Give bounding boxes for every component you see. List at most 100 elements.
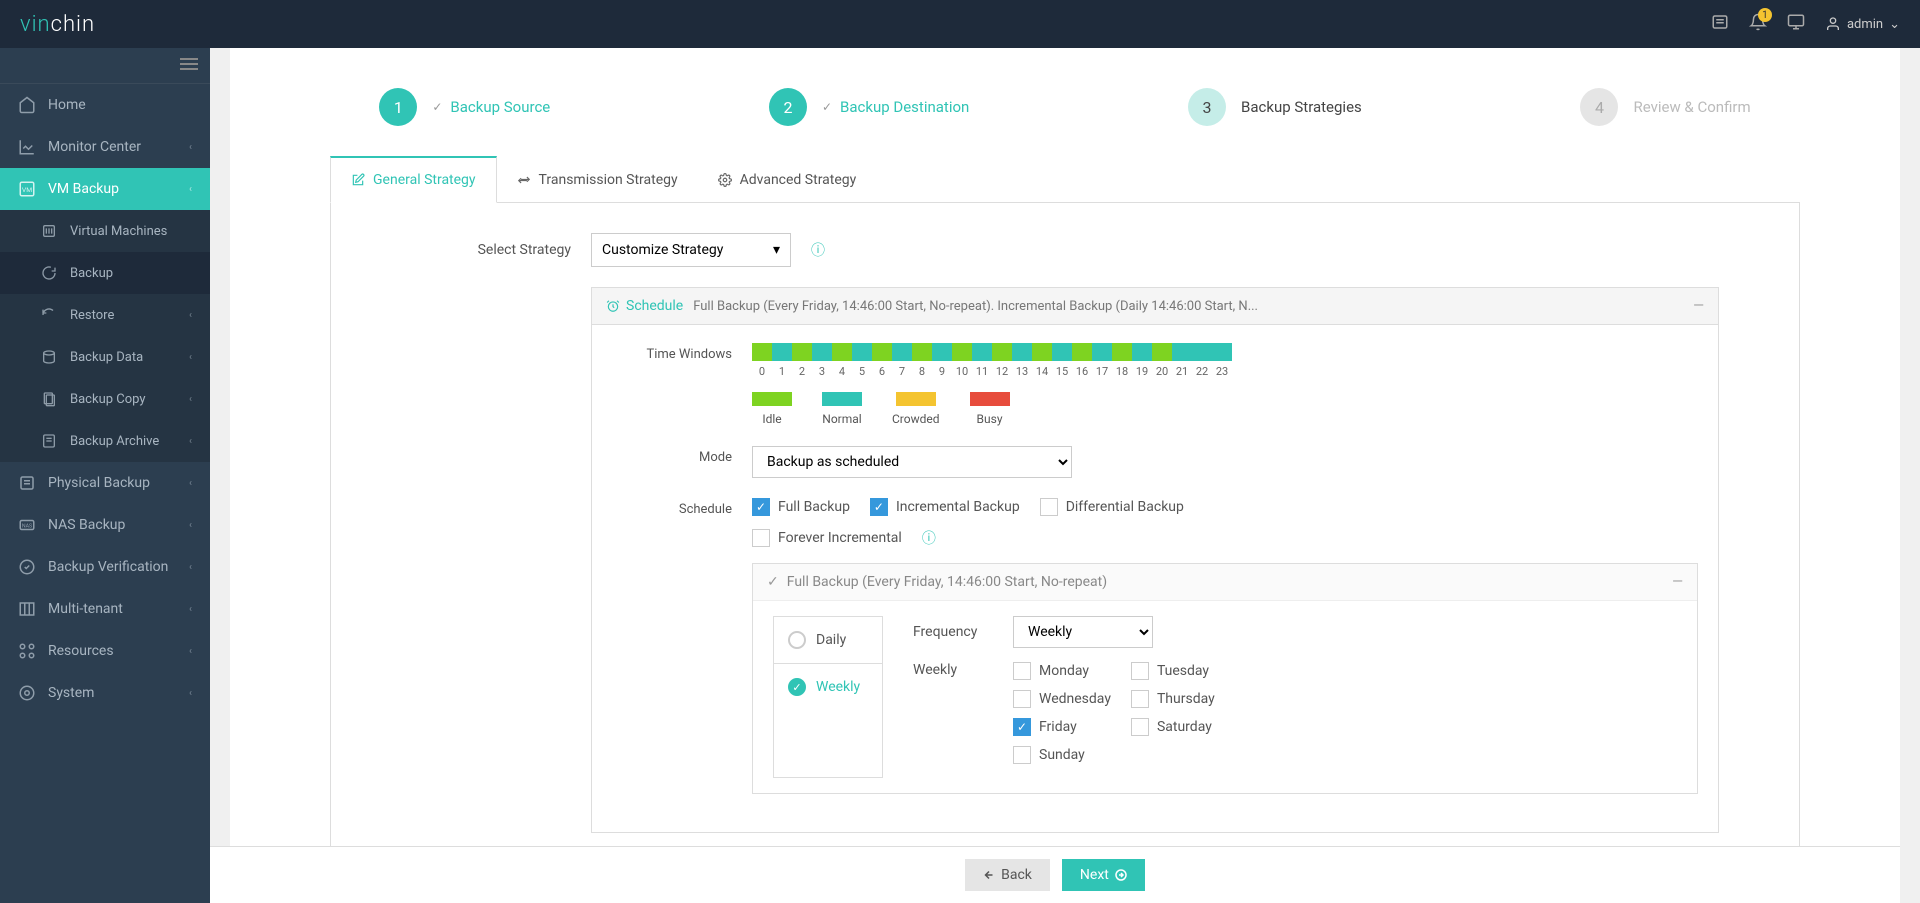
hour-tick: 11	[972, 365, 992, 378]
sidebar-item-resources[interactable]: Resources‹	[0, 630, 210, 672]
day-saturday-checkbox[interactable]: Saturday	[1131, 718, 1215, 736]
collapse-icon[interactable]: —	[1693, 298, 1704, 314]
step-2[interactable]: 2 ✓Backup Destination	[769, 88, 969, 126]
step-4: 4 Review & Confirm	[1580, 88, 1750, 126]
sidebar-item-monitor-center[interactable]: Monitor Center‹	[0, 126, 210, 168]
tab-transmission[interactable]: Transmission Strategy	[497, 156, 698, 202]
resources-icon	[18, 642, 36, 660]
time-windows-label: Time Windows	[612, 343, 732, 362]
nas-icon: NAS	[18, 516, 36, 534]
forever-incremental-checkbox[interactable]: Forever Incremental	[752, 529, 902, 547]
mode-select[interactable]: Backup as scheduled	[752, 446, 1072, 478]
chk-label: Thursday	[1157, 691, 1215, 707]
radio-icon	[788, 678, 806, 696]
incremental-backup-checkbox[interactable]: ✓Incremental Backup	[870, 498, 1020, 516]
hour-tick: 1	[772, 365, 792, 378]
chevron-icon: ‹	[189, 352, 192, 363]
day-friday-checkbox[interactable]: ✓Friday	[1013, 718, 1111, 736]
time-segment	[832, 343, 852, 361]
day-thursday-checkbox[interactable]: Thursday	[1131, 690, 1215, 708]
monitor-icon	[18, 138, 36, 156]
sidebar-item-backup-verification[interactable]: Backup Verification‹	[0, 546, 210, 588]
sidebar-item-system[interactable]: System‹	[0, 672, 210, 714]
time-segment	[932, 343, 952, 361]
hour-tick: 13	[1012, 365, 1032, 378]
freq-weekly-tab[interactable]: Weekly	[774, 664, 882, 710]
collapse-icon[interactable]: —	[1672, 574, 1683, 590]
day-wednesday-checkbox[interactable]: Wednesday	[1013, 690, 1111, 708]
freq-daily-tab[interactable]: Daily	[774, 617, 882, 664]
notification-badge: 1	[1758, 8, 1772, 22]
schedule-panel: Schedule Full Backup (Every Friday, 14:4…	[591, 287, 1719, 833]
btn-label: Back	[1001, 867, 1032, 883]
time-segment	[1192, 343, 1212, 361]
chevron-icon: ‹	[189, 394, 192, 405]
chk-label: Friday	[1039, 719, 1077, 735]
bell-icon[interactable]: 1	[1749, 13, 1767, 35]
back-button[interactable]: Back	[965, 859, 1050, 891]
arrow-left-icon	[983, 869, 995, 881]
sidebar-item-label: Resources	[48, 643, 114, 659]
time-segment	[812, 343, 832, 361]
step-1[interactable]: 1 ✓Backup Source	[379, 88, 550, 126]
sidebar-sub-backup-copy[interactable]: Backup Copy‹	[0, 378, 210, 420]
tab-advanced[interactable]: Advanced Strategy	[698, 156, 877, 202]
tab-general[interactable]: General Strategy	[330, 156, 497, 203]
sidebar-sub-restore[interactable]: Restore‹	[0, 294, 210, 336]
chevron-icon: ‹	[189, 562, 192, 573]
sidebar-item-home[interactable]: Home	[0, 84, 210, 126]
sidebar-sub-virtual-machines[interactable]: Virtual Machines	[0, 210, 210, 252]
sidebar-sub-backup[interactable]: Backup	[0, 252, 210, 294]
gear-icon	[718, 173, 732, 187]
logo-part1: vin	[20, 12, 51, 37]
schedule-summary: Full Backup (Every Friday, 14:46:00 Star…	[693, 299, 1683, 314]
sidebar-item-nas-backup[interactable]: NASNAS Backup‹	[0, 504, 210, 546]
day-monday-checkbox[interactable]: Monday	[1013, 662, 1111, 680]
hour-tick: 23	[1212, 365, 1232, 378]
time-segment	[1032, 343, 1052, 361]
weekly-label: Weekly	[913, 662, 993, 678]
frequency-tabs: Daily Weekly	[773, 616, 883, 778]
time-window-legend: Idle Normal Crowded Busy	[752, 392, 1232, 426]
step-label: Review & Confirm	[1633, 98, 1750, 116]
swatch-busy	[970, 392, 1010, 406]
verify-icon	[18, 558, 36, 576]
step-label: Backup Destination	[840, 98, 969, 116]
strategy-select[interactable]: Customize Strategy	[591, 233, 791, 267]
swatch-idle	[752, 392, 792, 406]
chevron-icon: ‹	[189, 478, 192, 489]
info-icon[interactable]: ⓘ	[922, 528, 936, 548]
chevron-down-icon: ⌄	[1889, 17, 1900, 32]
day-tuesday-checkbox[interactable]: Tuesday	[1131, 662, 1215, 680]
vm-icon: VM	[18, 180, 36, 198]
swatch-crowded	[896, 392, 936, 406]
chk-label: Differential Backup	[1066, 499, 1184, 515]
sidebar-item-vm-backup[interactable]: VMVM Backup‹	[0, 168, 210, 210]
frequency-label: Frequency	[913, 624, 993, 640]
sub-panel-header[interactable]: ✓ Full Backup (Every Friday, 14:46:00 St…	[753, 564, 1697, 601]
time-segment	[1212, 343, 1232, 361]
list-icon[interactable]	[1711, 13, 1729, 35]
sidebar-sub-backup-data[interactable]: Backup Data‹	[0, 336, 210, 378]
sidebar-item-label: Backup Archive	[70, 434, 159, 449]
monitor-icon[interactable]	[1787, 13, 1805, 35]
sidebar-sub-backup-archive[interactable]: Backup Archive‹	[0, 420, 210, 462]
day-sunday-checkbox[interactable]: Sunday	[1013, 746, 1111, 764]
hour-tick: 16	[1072, 365, 1092, 378]
step-3: 3 Backup Strategies	[1188, 88, 1362, 126]
wizard-footer: Back Next	[210, 846, 1900, 903]
time-segment	[952, 343, 972, 361]
frequency-select[interactable]: Weekly	[1013, 616, 1153, 648]
differential-backup-checkbox[interactable]: Differential Backup	[1040, 498, 1184, 516]
hour-tick: 21	[1172, 365, 1192, 378]
radio-icon	[788, 631, 806, 649]
user-menu[interactable]: admin ⌄	[1825, 16, 1900, 32]
next-button[interactable]: Next	[1062, 859, 1145, 891]
step-num: 4	[1580, 88, 1618, 126]
sidebar-toggle[interactable]	[0, 48, 210, 84]
schedule-panel-header[interactable]: Schedule Full Backup (Every Friday, 14:4…	[592, 288, 1718, 325]
info-icon[interactable]: ⓘ	[811, 240, 825, 260]
sidebar-item-multi-tenant[interactable]: Multi-tenant‹	[0, 588, 210, 630]
sidebar-item-physical-backup[interactable]: Physical Backup‹	[0, 462, 210, 504]
full-backup-checkbox[interactable]: ✓Full Backup	[752, 498, 850, 516]
